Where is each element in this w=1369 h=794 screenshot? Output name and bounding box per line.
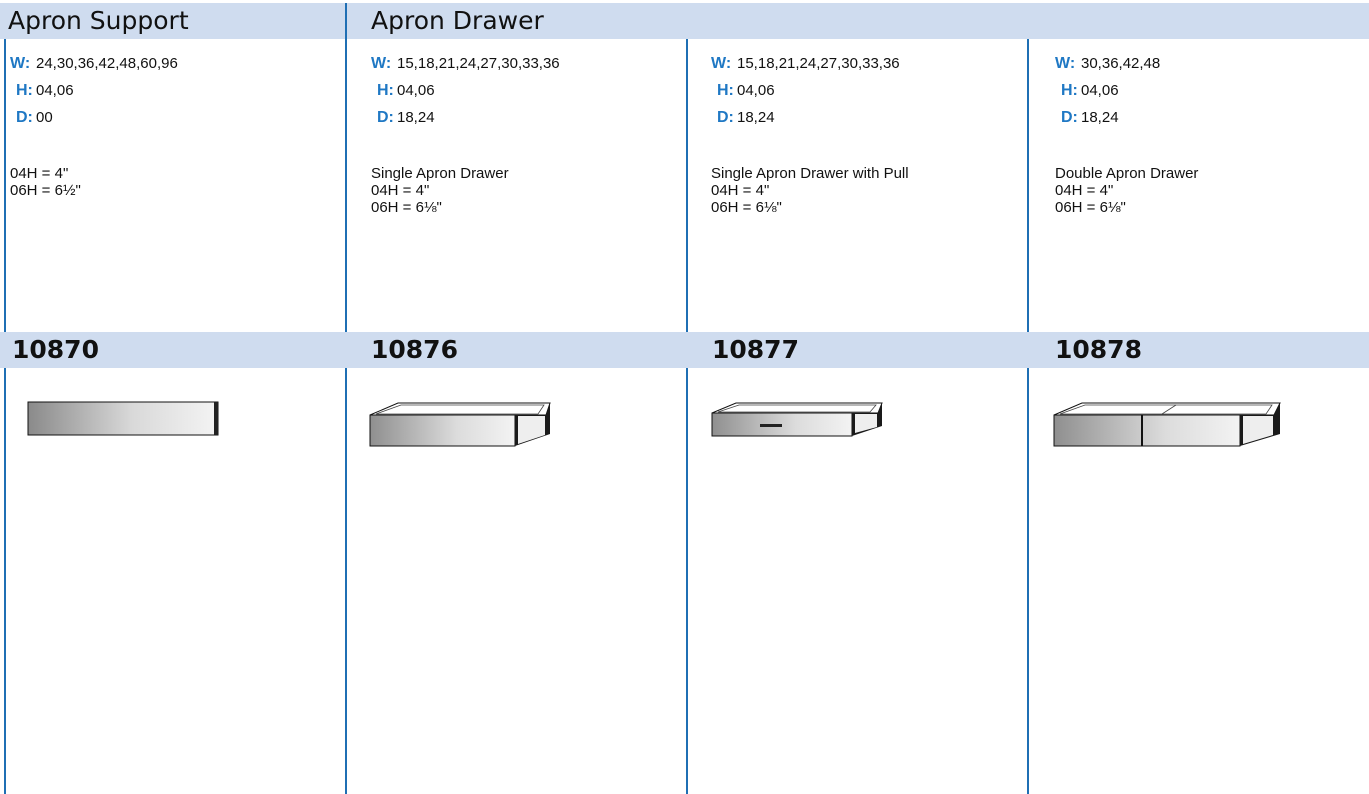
depth-label: D:: [377, 109, 394, 126]
double-apron-drawer-image: [1053, 402, 1281, 447]
depth-values: 00: [36, 109, 53, 126]
apron-support-title: Apron Support: [8, 6, 189, 35]
height-values: 04,06: [397, 82, 435, 99]
column-divider-2: [686, 39, 688, 794]
depth-label: D:: [1061, 109, 1078, 126]
spec-block-10877: W: 15,18,21,24,27,30,33,36 H: 04,06 D: 18,2…: [711, 50, 900, 131]
spec-block-10878: W: 30,36,42,48 H: 04,06 D: 18,24: [1055, 50, 1160, 131]
width-label: W:: [711, 55, 732, 72]
spec-block-10870: W: 24,30,36,42,48,60,96 H: 04,06 D: 00: [10, 50, 178, 131]
notes-10877: Single Apron Drawer with Pull 04H = 4" 0…: [711, 165, 909, 216]
note-line: 04H = 4": [1055, 182, 1114, 199]
depth-values: 18,24: [737, 109, 775, 126]
depth-values: 18,24: [1081, 109, 1119, 126]
product-code-10878: 10878: [1055, 335, 1142, 364]
column-divider-3: [1027, 39, 1029, 794]
depth-label: D:: [717, 109, 734, 126]
single-apron-drawer-with-pull-image: [711, 402, 883, 437]
height-label: H:: [1061, 82, 1078, 99]
width-label: W:: [1055, 55, 1076, 72]
product-code-10876: 10876: [371, 335, 458, 364]
width-values: 15,18,21,24,27,30,33,36: [397, 55, 560, 72]
note-line: 06H = 6⅛": [1055, 199, 1126, 216]
spec-block-10876: W: 15,18,21,24,27,30,33,36 H: 04,06 D: 18,2…: [371, 50, 560, 131]
product-code-10877: 10877: [712, 335, 799, 364]
column-divider-1: [345, 3, 347, 794]
notes-10870: 04H = 4" 06H = 6½": [10, 165, 81, 199]
note-line: Double Apron Drawer: [1055, 165, 1199, 182]
notes-10876: Single Apron Drawer 04H = 4" 06H = 6⅛": [371, 165, 509, 216]
column-divider-left: [4, 39, 6, 794]
width-label: W:: [371, 55, 392, 72]
depth-values: 18,24: [397, 109, 435, 126]
height-label: H:: [717, 82, 734, 99]
notes-10878: Double Apron Drawer 04H = 4" 06H = 6⅛": [1055, 165, 1198, 216]
apron-support-panel-image: [27, 401, 219, 436]
height-values: 04,06: [737, 82, 775, 99]
section-header-band: [0, 3, 1369, 39]
note-line: 04H = 4": [371, 182, 430, 199]
product-code-band: [0, 332, 1369, 368]
width-values: 15,18,21,24,27,30,33,36: [737, 55, 900, 72]
note-line: 06H = 6½": [10, 182, 81, 199]
depth-label: D:: [16, 109, 33, 126]
height-label: H:: [377, 82, 394, 99]
height-values: 04,06: [1081, 82, 1119, 99]
note-line: Single Apron Drawer with Pull: [711, 165, 909, 182]
single-apron-drawer-image: [369, 402, 551, 447]
product-code-10870: 10870: [12, 335, 99, 364]
note-line: Single Apron Drawer: [371, 165, 509, 182]
note-line: 04H = 4": [711, 182, 770, 199]
height-values: 04,06: [36, 82, 74, 99]
apron-drawer-title: Apron Drawer: [371, 6, 544, 35]
note-line: 04H = 4": [10, 165, 69, 182]
width-label: W:: [10, 55, 31, 72]
height-label: H:: [16, 82, 33, 99]
note-line: 06H = 6⅛": [371, 199, 442, 216]
note-line: 06H = 6⅛": [711, 199, 782, 216]
width-values: 30,36,42,48: [1081, 55, 1161, 72]
width-values: 24,30,36,42,48,60,96: [36, 55, 178, 72]
